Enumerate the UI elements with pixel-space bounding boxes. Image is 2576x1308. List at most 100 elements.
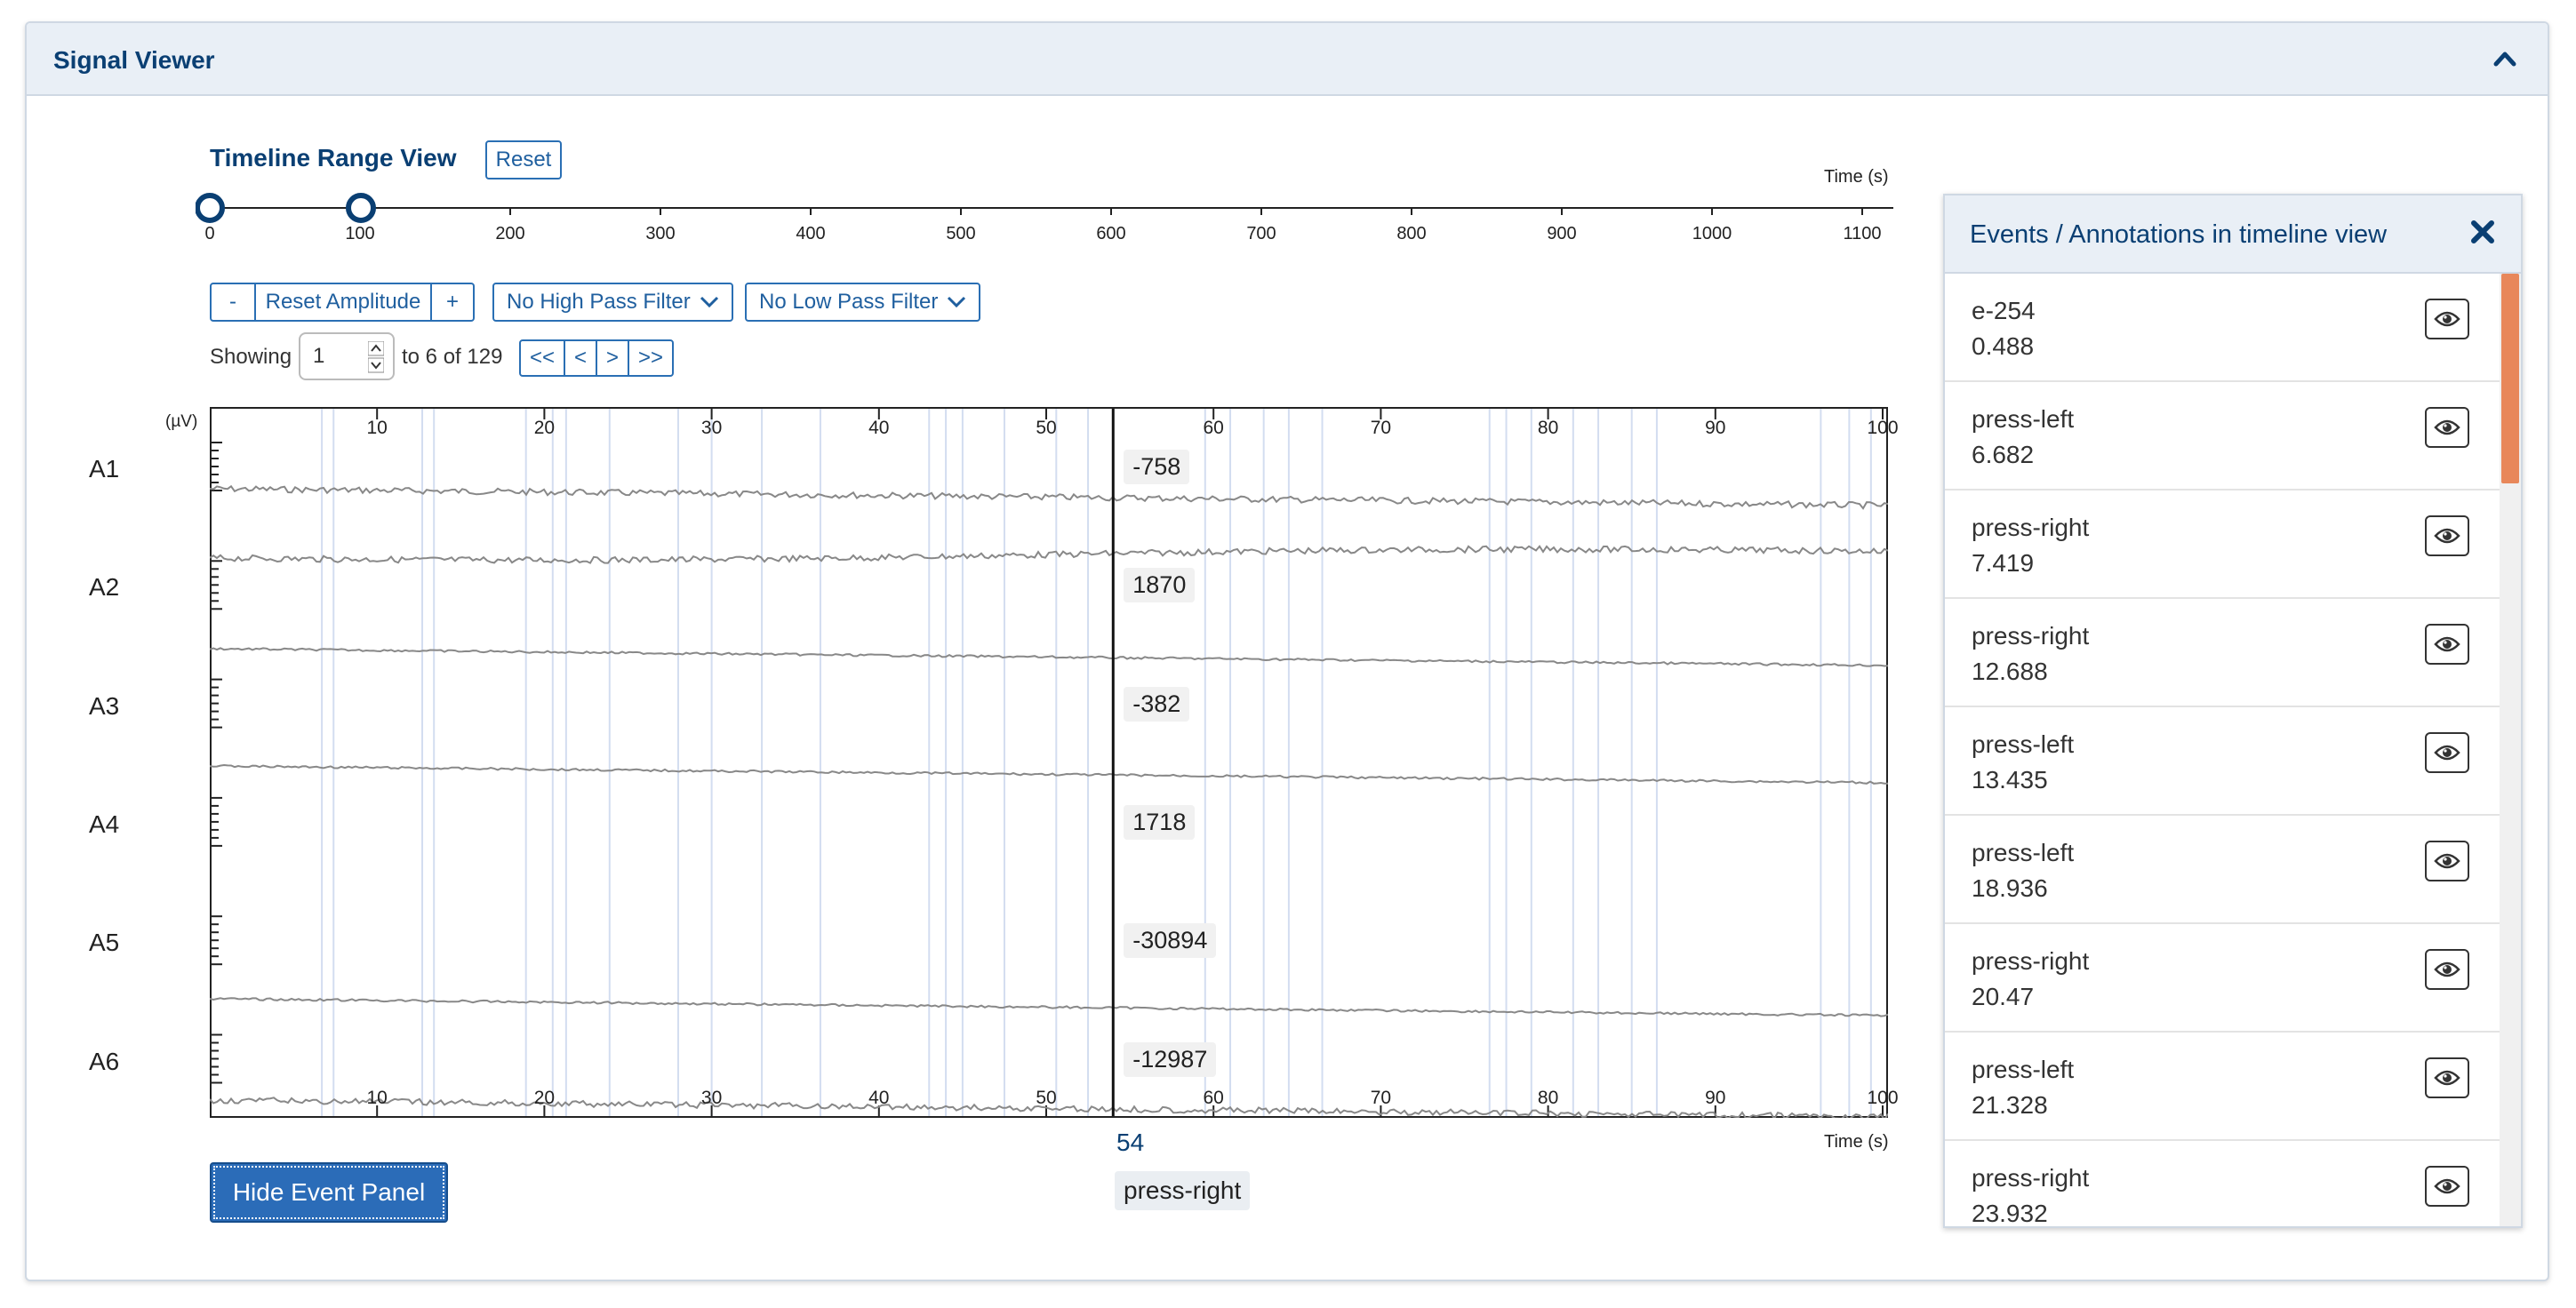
showing-suffix: to 6 of 129	[402, 345, 503, 369]
last-page-button[interactable]: >>	[628, 339, 674, 377]
plot-tick-label: 30	[700, 418, 723, 438]
timeline-tick-label: 1000	[1692, 224, 1732, 243]
event-time: 0.488	[1972, 332, 2035, 360]
panel-title: Signal Viewer	[53, 46, 215, 74]
view-event-button[interactable]	[2425, 1057, 2469, 1098]
chevron-down-icon	[948, 296, 966, 308]
event-name: press-right	[1972, 1164, 2090, 1192]
plot-tick-label: 20	[533, 1088, 556, 1108]
plot-tick-label: 70	[1370, 1088, 1392, 1108]
channel-value-badge: -758	[1124, 450, 1190, 484]
channel-label: A4	[89, 810, 120, 838]
amplitude-increase-button[interactable]: +	[430, 283, 475, 322]
timeline-tick-label: 200	[495, 224, 525, 243]
plot-tick-label: 20	[533, 418, 556, 438]
event-list-item[interactable]: press-right 12.688	[1945, 599, 2501, 707]
event-list-item[interactable]: press-right 20.47	[1945, 924, 2501, 1033]
event-time: 20.47	[1972, 983, 2035, 1010]
channel-label: A2	[89, 573, 120, 602]
timeline-axis-label: Time (s)	[1824, 167, 1889, 187]
event-time: 7.419	[1972, 549, 2035, 577]
spinner-arrows-icon[interactable]	[368, 341, 384, 373]
timeline-tick-label: 700	[1246, 224, 1276, 243]
timeline-tick-label: 500	[946, 224, 976, 243]
range-end-handle[interactable]	[346, 193, 376, 223]
timeline-range-slider[interactable]	[196, 190, 1902, 226]
timeline-tick-label: 900	[1547, 224, 1577, 243]
low-pass-filter-value: No Low Pass Filter	[759, 290, 939, 314]
eye-icon	[2434, 528, 2460, 544]
low-pass-filter-select[interactable]: No Low Pass Filter	[745, 283, 981, 322]
view-event-button[interactable]	[2425, 407, 2469, 448]
reset-amplitude-button[interactable]: Reset Amplitude	[254, 283, 432, 322]
events-scrollbar[interactable]	[2500, 274, 2521, 1226]
plot-tick-label: 30	[700, 1088, 723, 1108]
event-list-item[interactable]: e-254 0.488	[1945, 274, 2501, 382]
view-event-button[interactable]	[2425, 949, 2469, 990]
hide-event-panel-button[interactable]: Hide Event Panel	[210, 1162, 448, 1223]
channel-value-badge: -12987	[1124, 1041, 1217, 1077]
event-list-item[interactable]: press-left 21.328	[1945, 1033, 2501, 1141]
plot-tick-label: 80	[1537, 418, 1559, 438]
event-name: press-left	[1972, 405, 2075, 433]
view-event-button[interactable]	[2425, 1166, 2469, 1207]
event-time: 18.936	[1972, 874, 2048, 902]
plot-tick-label: 80	[1537, 1088, 1559, 1108]
view-event-button[interactable]	[2425, 624, 2469, 665]
panel-header: Signal Viewer	[27, 23, 2548, 96]
event-name: press-left	[1972, 1056, 2075, 1083]
events-scrollbar-thumb[interactable]	[2501, 274, 2519, 483]
view-event-button[interactable]	[2425, 515, 2469, 556]
event-list-item[interactable]: press-left 18.936	[1945, 816, 2501, 924]
chevron-up-icon[interactable]	[2489, 43, 2521, 75]
event-list-item[interactable]: press-left 6.682	[1945, 382, 2501, 490]
plot-frame	[210, 407, 1888, 1118]
channel-label: A5	[89, 929, 120, 957]
event-time: 6.682	[1972, 441, 2035, 468]
event-list-item[interactable]: press-left 13.435	[1945, 707, 2501, 816]
timeline-tick-label: 300	[645, 224, 676, 243]
plot-tick-label: 100	[1867, 418, 1899, 438]
timeline-reset-button[interactable]: Reset	[485, 140, 562, 179]
eye-icon	[2434, 961, 2460, 977]
event-name: press-right	[1972, 947, 2090, 975]
channel-label: A1	[89, 455, 120, 483]
view-event-button[interactable]	[2425, 299, 2469, 339]
view-event-button[interactable]	[2425, 841, 2469, 881]
amplitude-decrease-button[interactable]: -	[210, 283, 256, 322]
timeline-tick-label: 100	[345, 224, 375, 243]
next-page-button[interactable]: >	[596, 339, 629, 377]
plot-tick-label: 50	[1036, 1088, 1057, 1108]
signal-plot[interactable]	[210, 407, 1888, 1118]
plot-tick-label: 10	[366, 1088, 388, 1108]
event-time: 23.932	[1972, 1200, 2048, 1226]
event-list-item[interactable]: press-right 23.932	[1945, 1141, 2501, 1226]
plot-axis-label: Time (s)	[1824, 1132, 1889, 1152]
event-name: press-right	[1972, 514, 2090, 541]
event-time: 13.435	[1972, 766, 2048, 794]
channel-value-badge: -30894	[1124, 923, 1217, 959]
plot-tick-label: 50	[1036, 418, 1057, 438]
plot-tick-label: 10	[366, 418, 388, 438]
view-event-button[interactable]	[2425, 732, 2469, 773]
first-page-button[interactable]: <<	[519, 339, 565, 377]
high-pass-filter-select[interactable]: No High Pass Filter	[492, 283, 733, 322]
eye-icon	[2434, 853, 2460, 869]
events-panel-header: Events / Annotations in timeline view	[1945, 195, 2521, 274]
amplitude-unit-label: (µV)	[165, 412, 198, 431]
event-list-item[interactable]: press-right 7.419	[1945, 490, 2501, 599]
channel-offset-stepper[interactable]: 1	[299, 332, 395, 380]
eye-icon	[2434, 419, 2460, 435]
channel-offset-value: 1	[313, 344, 325, 368]
plot-tick-label: 90	[1705, 418, 1726, 438]
cursor-time: 54	[1116, 1129, 1145, 1156]
eye-icon	[2434, 1178, 2460, 1194]
prev-page-button[interactable]: <	[564, 339, 597, 377]
event-name: press-left	[1972, 730, 2075, 758]
eye-icon	[2434, 745, 2460, 761]
close-icon[interactable]	[2469, 219, 2496, 245]
plot-tick-label: 60	[1203, 1088, 1224, 1108]
channel-label: A6	[89, 1047, 120, 1075]
event-name: press-right	[1972, 622, 2090, 650]
range-start-handle[interactable]	[196, 193, 225, 223]
